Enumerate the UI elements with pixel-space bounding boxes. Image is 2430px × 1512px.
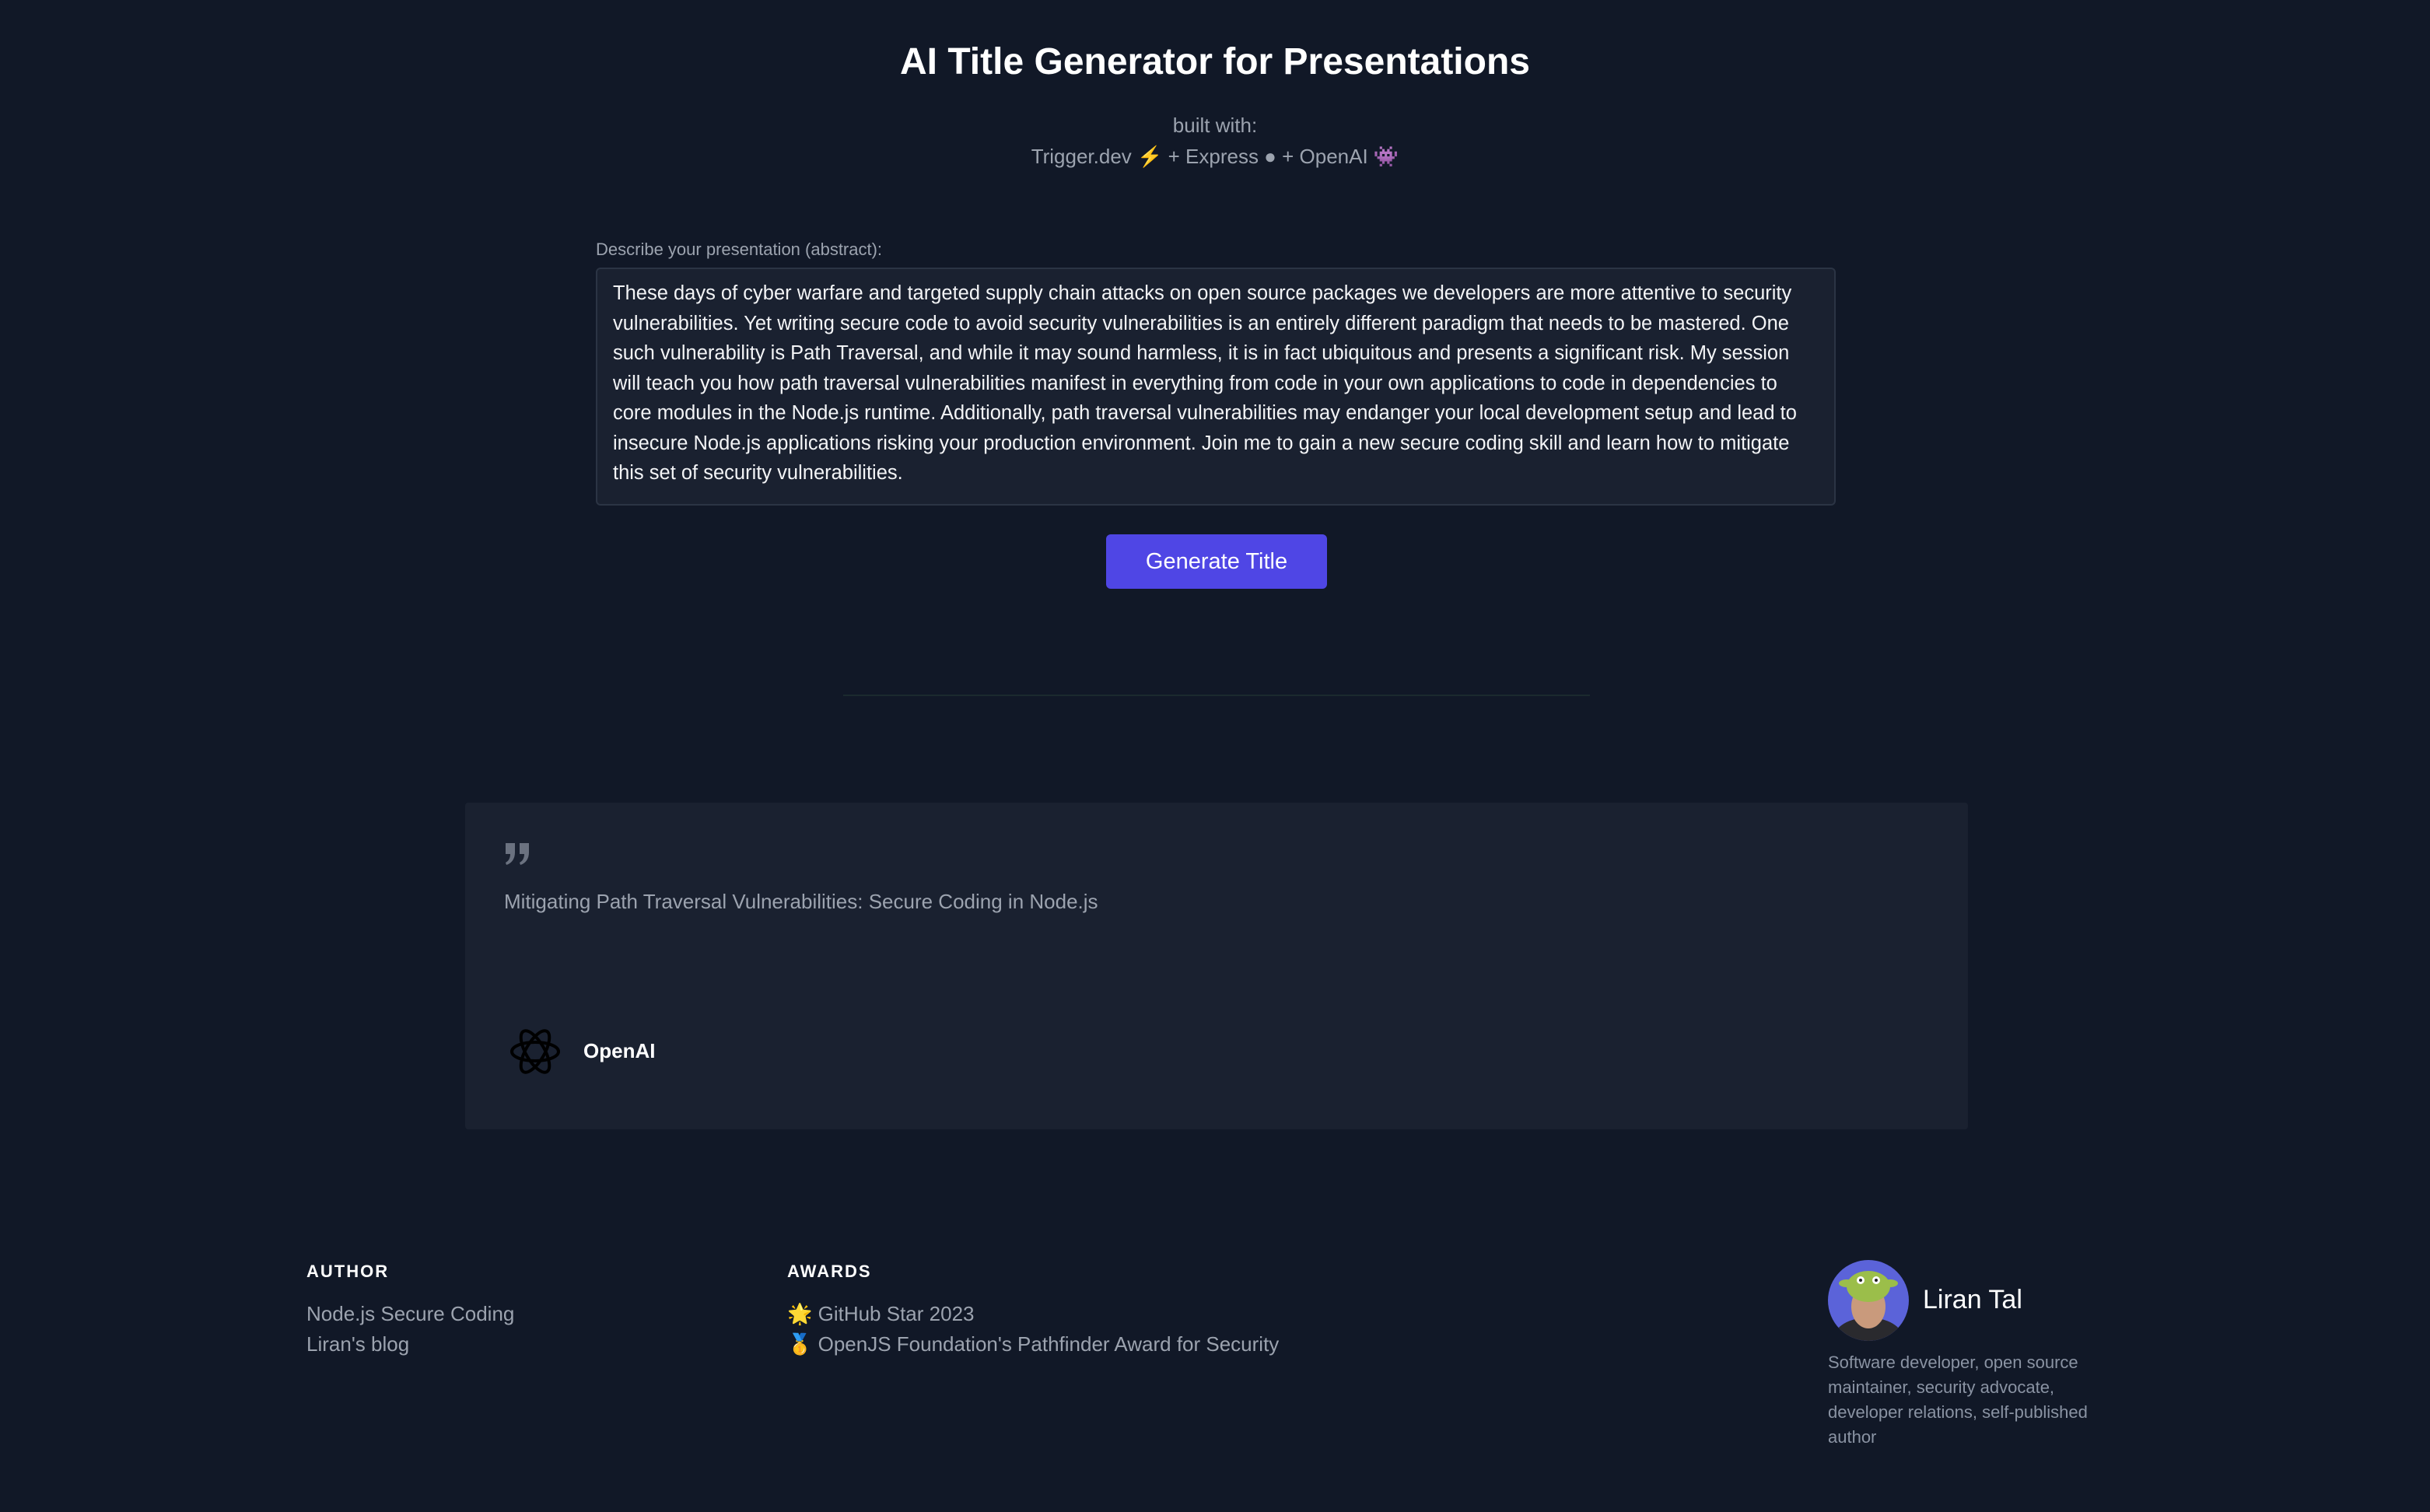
profile-name: Liran Tal [1923,1285,2022,1314]
built-with-stack: Trigger.dev ⚡️ + Express ● + OpenAI 👾 [1031,145,1399,168]
avatar [1828,1260,1909,1341]
generate-title-button[interactable]: Generate Title [1106,534,1327,589]
divider [843,695,1590,696]
award-github-star: 🌟 GitHub Star 2023 [787,1302,975,1325]
profile-bio: Software developer, open source maintain… [1828,1353,2088,1447]
quote-icon [504,842,532,870]
footer-link-blog[interactable]: Liran's blog [306,1332,409,1356]
result-card: Mitigating Path Traversal Vulnerabilitie… [465,803,1968,1129]
page-title: AI Title Generator for Presentations [900,41,1530,82]
abstract-label: Describe your presentation (abstract): [596,240,883,259]
footer-author-heading: AUTHOR [306,1262,390,1281]
generated-title: Mitigating Path Traversal Vulnerabilitie… [504,890,1098,913]
award-pathfinder: 🥇 OpenJS Foundation's Pathfinder Award f… [787,1332,1280,1356]
footer-link-secure-coding[interactable]: Node.js Secure Coding [306,1302,514,1326]
built-with-label: built with: [1172,114,1258,137]
footer-awards-heading: AWARDS [787,1262,872,1281]
openai-logo-icon [504,1020,566,1087]
provider-name: OpenAI [583,1039,656,1062]
abstract-textarea[interactable]: These days of cyber warfare and targeted… [596,268,1836,506]
